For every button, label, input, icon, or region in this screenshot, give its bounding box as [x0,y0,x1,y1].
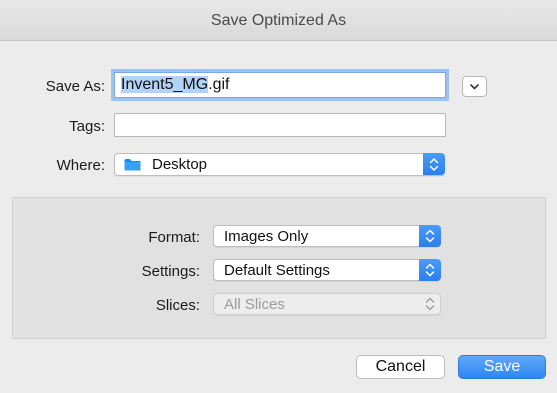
title-bar[interactable]: Save Optimized As [0,0,557,41]
expand-dialog-button[interactable] [462,76,487,97]
save-dialog: Save Optimized As Save As: Invent5_MG.gi… [0,0,557,393]
where-label: Where: [56,157,105,174]
up-down-chevron-icon [425,263,435,277]
format-value: Images Only [224,228,309,245]
slices-value: All Slices [224,296,285,313]
format-label: Format: [148,229,200,246]
folder-icon [124,159,141,171]
settings-label: Settings: [141,263,200,280]
cancel-button[interactable]: Cancel [356,355,445,379]
format-stepper [419,225,441,247]
up-down-chevron-icon [425,229,435,243]
filename-text: Invent5_MG.gif [121,76,230,94]
save-button[interactable]: Save [458,355,546,379]
format-popup[interactable]: Images Only [213,225,441,247]
dialog-title: Save Optimized As [210,12,347,29]
tags-label: Tags: [69,118,105,135]
slices-label: Slices: [155,297,200,314]
slices-popup[interactable]: All Slices [213,293,441,315]
where-popup[interactable]: Desktop [114,153,445,176]
where-value: Desktop [152,156,208,173]
up-down-chevron-icon [429,158,439,171]
up-down-chevron-icon [425,297,435,311]
chevron-down-icon [470,84,479,90]
save-as-label: Save As: [45,78,105,95]
settings-stepper [419,259,441,281]
filename-extension: .gif [208,76,230,93]
settings-popup[interactable]: Default Settings [213,259,441,281]
settings-value: Default Settings [224,262,330,279]
tags-field[interactable] [114,113,446,137]
where-stepper [423,153,445,175]
slices-stepper [419,293,441,315]
filename-selected-part: Invent5_MG [121,76,209,93]
filename-field[interactable]: Invent5_MG.gif [114,72,446,98]
